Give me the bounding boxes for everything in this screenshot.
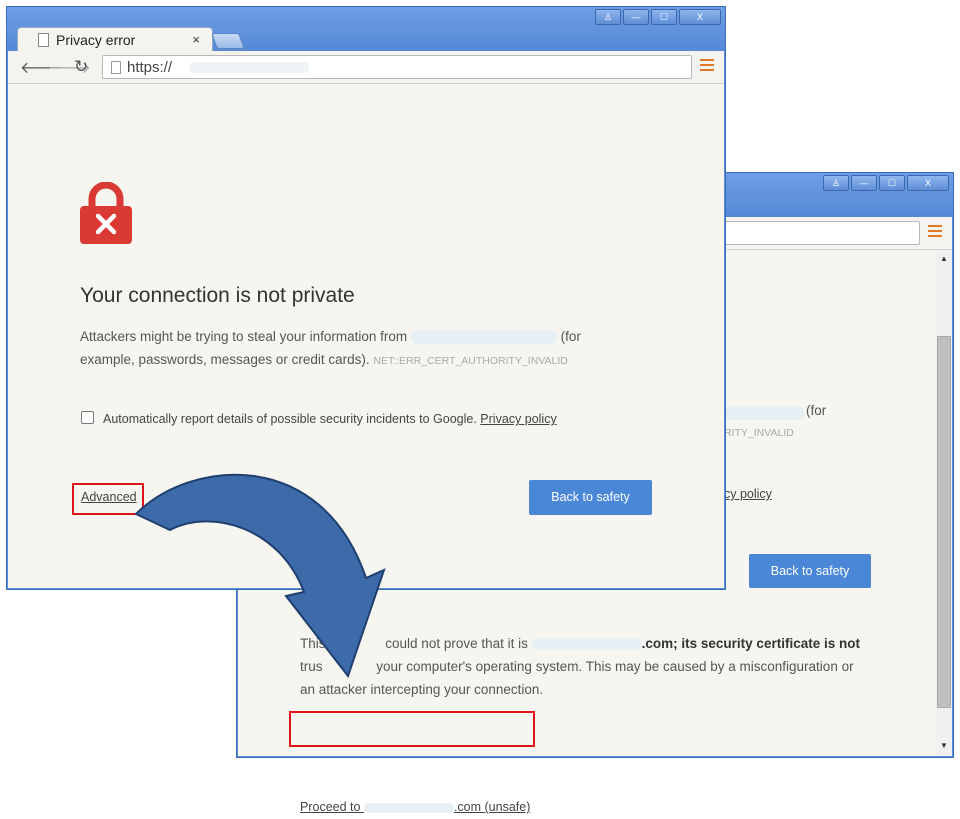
privacy-policy-link[interactable]: Privacy policy (480, 412, 556, 426)
user-icon[interactable]: ♙ (823, 175, 849, 191)
detail-line-3: an attacker intercepting your connection… (300, 682, 544, 697)
close-button[interactable]: X (679, 9, 721, 25)
warning-line-1: Attackers might be trying to steal your … (80, 329, 581, 345)
tab-close-icon[interactable]: × (192, 32, 200, 47)
blurred-url (189, 62, 309, 73)
back-to-safety-button[interactable]: Back to safety (749, 554, 871, 588)
proceed-highlight-box (289, 711, 535, 747)
tab-title: Privacy error (56, 32, 136, 48)
warning-message: Attackers might be trying to steal your … (80, 325, 640, 373)
reload-icon[interactable]: ↻ (74, 57, 88, 77)
user-icon[interactable]: ♙ (595, 9, 621, 25)
scroll-down-icon[interactable]: ▼ (940, 741, 948, 750)
partial-text-for: (for (806, 403, 827, 418)
scroll-up-icon[interactable]: ▲ (940, 254, 948, 263)
back-to-safety-button[interactable]: Back to safety (529, 480, 652, 515)
front-toolbar: 🡐 🡒 ↻ https:// (8, 51, 724, 84)
maximize-button[interactable]: ☐ (651, 9, 677, 25)
url-text: https:// (127, 59, 173, 76)
detail-paragraph: This could not prove that it is .com; it… (300, 632, 900, 701)
detail-line-2: trus your computer's operating system. T… (300, 659, 854, 674)
curved-arrow-icon (134, 473, 386, 679)
close-button[interactable]: X (907, 175, 949, 191)
page-icon (38, 33, 49, 47)
page-info-icon (111, 61, 121, 74)
partial-error-code: RITY_INVALID (724, 427, 794, 439)
front-window-controls: ♙ — ☐ X (595, 9, 721, 25)
lock-error-icon (80, 182, 132, 244)
back-address-bar[interactable] (718, 221, 920, 245)
proceed-unsafe-link[interactable]: Proceed to .com (unsafe) (300, 796, 530, 819)
minimize-button[interactable]: — (851, 175, 877, 191)
vertical-scrollbar[interactable]: ▲ ▼ (936, 250, 952, 756)
scrollbar-thumb[interactable] (937, 336, 951, 708)
detail-line-1: This could not prove that it is .com; it… (300, 636, 860, 651)
maximize-button[interactable]: ☐ (879, 175, 905, 191)
report-checkbox-label: Automatically report details of possible… (103, 412, 557, 426)
report-checkbox[interactable] (81, 411, 94, 424)
error-code: NET::ERR_CERT_AUTHORITY_INVALID (373, 355, 568, 367)
new-tab-button[interactable] (211, 33, 245, 49)
back-window-controls: ♙ — ☐ X (823, 175, 949, 191)
warning-line-2: example, passwords, messages or credit c… (80, 352, 568, 367)
blurred-domain (410, 330, 557, 345)
minimize-button[interactable]: — (623, 9, 649, 25)
tab-privacy-error[interactable]: Privacy error × (17, 27, 213, 53)
menu-icon[interactable] (928, 225, 942, 237)
menu-icon[interactable] (700, 59, 714, 71)
blurred-domain (724, 406, 804, 420)
address-bar[interactable]: https:// (102, 55, 692, 79)
page-title: Your connection is not private (80, 284, 355, 307)
partial-privacy-link[interactable]: cy policy (724, 483, 772, 506)
